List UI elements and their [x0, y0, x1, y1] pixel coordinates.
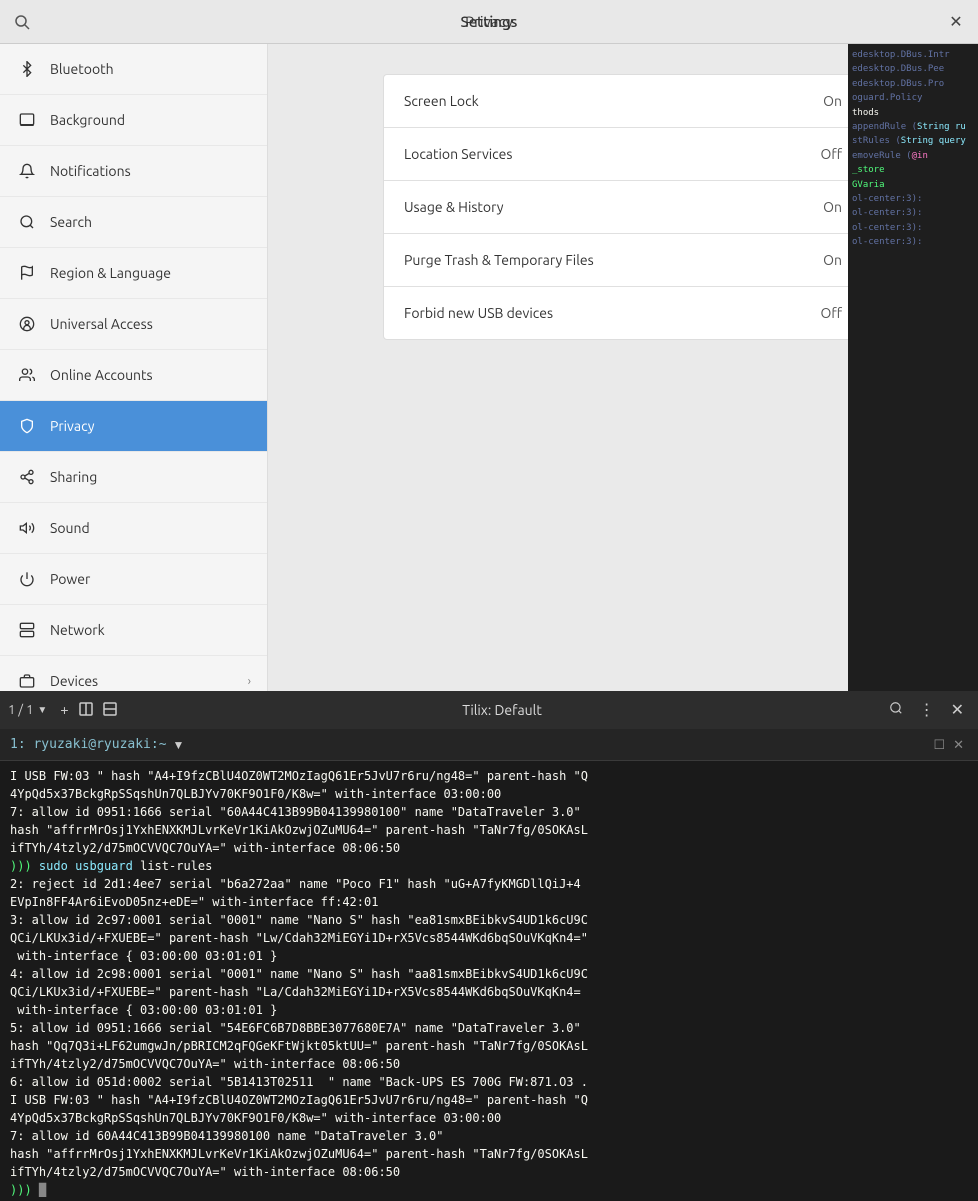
terminal-output: I USB FW:03 " hash "A4+I9fzCBlU4OZ0WT2MO… — [10, 767, 968, 1199]
sidebar-item-search[interactable]: Search — [0, 197, 267, 248]
devices-icon — [16, 670, 38, 692]
titlebar: Settings Privacy ✕ — [0, 0, 978, 44]
universal-access-icon — [16, 313, 38, 335]
sidebar-item-bluetooth[interactable]: Bluetooth — [0, 44, 267, 95]
sidebar-item-background-label: Background — [50, 112, 125, 128]
location-services-value: Off — [820, 146, 842, 162]
titlebar-section-label: Privacy — [465, 13, 513, 30]
sound-icon — [16, 517, 38, 539]
search-icon — [16, 211, 38, 233]
privacy-row-forbid-usb[interactable]: Forbid new USB devices Off — [384, 287, 862, 339]
forbid-usb-value: Off — [820, 305, 842, 321]
sidebar-item-privacy-label: Privacy — [50, 418, 94, 434]
screen-lock-label: Screen Lock — [404, 93, 823, 109]
terminal-close-button[interactable]: ✕ — [945, 698, 970, 722]
sidebar-item-network[interactable]: Network — [0, 605, 267, 656]
log-panel-content: edesktop.DBus.Intr edesktop.DBus.Pee ede… — [852, 48, 974, 249]
sidebar-item-online-accounts-label: Online Accounts — [50, 367, 153, 383]
power-icon — [16, 568, 38, 590]
search-button[interactable] — [0, 0, 44, 44]
sidebar-item-notifications[interactable]: Notifications — [0, 146, 267, 197]
sidebar-item-universal-access-label: Universal Access — [50, 316, 153, 332]
background-icon — [16, 109, 38, 131]
forbid-usb-label: Forbid new USB devices — [404, 305, 820, 321]
main-content: Bluetooth Background Notifications Searc… — [0, 44, 978, 700]
privacy-row-purge-trash[interactable]: Purge Trash & Temporary Files On — [384, 234, 862, 287]
privacy-list: Screen Lock On Location Services Off Usa… — [383, 74, 863, 340]
notifications-icon — [16, 160, 38, 182]
terminal-split-button[interactable] — [74, 700, 98, 721]
terminal-window: 1 / 1 ▼ + Tilix: Default ⋮ ✕ 1: ryuzaki@… — [0, 691, 978, 1201]
terminal-title: Tilix: Default — [122, 702, 883, 718]
close-button[interactable]: ✕ — [934, 0, 978, 44]
sidebar-item-sharing[interactable]: Sharing — [0, 452, 267, 503]
right-log-panel: edesktop.DBus.Intr edesktop.DBus.Pee ede… — [848, 44, 978, 700]
terminal-close-pane-button[interactable]: ✕ — [949, 735, 968, 755]
terminal-maximize-button[interactable]: ☐ — [929, 735, 949, 755]
privacy-row-location-services[interactable]: Location Services Off — [384, 128, 862, 181]
purge-trash-value: On — [823, 252, 842, 268]
terminal-tab-label: 1 / 1 — [8, 703, 33, 717]
sidebar-item-sharing-label: Sharing — [50, 469, 97, 485]
screen-lock-value: On — [823, 93, 842, 109]
network-icon — [16, 619, 38, 641]
terminal-add-tab-button[interactable]: + — [55, 700, 73, 720]
online-accounts-icon — [16, 364, 38, 386]
sidebar-item-region-label: Region & Language — [50, 265, 171, 281]
sidebar-item-power-label: Power — [50, 571, 90, 587]
privacy-icon — [16, 415, 38, 437]
region-icon — [16, 262, 38, 284]
devices-chevron-icon: › — [248, 675, 251, 688]
usage-history-value: On — [823, 199, 842, 215]
sidebar-item-universal-access[interactable]: Universal Access — [0, 299, 267, 350]
sidebar-item-online-accounts[interactable]: Online Accounts — [0, 350, 267, 401]
terminal-tab-info: 1 / 1 ▼ — [8, 703, 47, 717]
terminal-tab-dropdown-icon[interactable]: ▼ — [37, 704, 47, 716]
bluetooth-icon — [16, 58, 38, 80]
sidebar-item-sound-label: Sound — [50, 520, 90, 536]
sidebar-item-power[interactable]: Power — [0, 554, 267, 605]
sharing-icon — [16, 466, 38, 488]
location-services-label: Location Services — [404, 146, 820, 162]
sidebar-item-search-label: Search — [50, 214, 92, 230]
terminal-actions: ⋮ ✕ — [883, 698, 970, 722]
terminal-prompt-dropdown-icon[interactable]: ▼ — [173, 738, 185, 752]
sidebar-item-network-label: Network — [50, 622, 105, 638]
terminal-promptbar: 1: ryuzaki@ryuzaki:~ ▼ ☐ ✕ — [0, 729, 978, 761]
sidebar: Bluetooth Background Notifications Searc… — [0, 44, 268, 700]
terminal-content[interactable]: I USB FW:03 " hash "A4+I9fzCBlU4OZ0WT2MO… — [0, 761, 978, 1201]
privacy-row-usage-history[interactable]: Usage & History On — [384, 181, 862, 234]
usage-history-label: Usage & History — [404, 199, 823, 215]
settings-window: Settings Privacy ✕ Bluetooth Background — [0, 0, 978, 700]
sidebar-item-background[interactable]: Background — [0, 95, 267, 146]
sidebar-item-region[interactable]: Region & Language — [0, 248, 267, 299]
terminal-search-button[interactable] — [883, 699, 909, 722]
sidebar-item-sound[interactable]: Sound — [0, 503, 267, 554]
terminal-menu-button[interactable]: ⋮ — [913, 698, 941, 722]
terminal-titlebar: 1 / 1 ▼ + Tilix: Default ⋮ ✕ — [0, 691, 978, 729]
sidebar-item-notifications-label: Notifications — [50, 163, 131, 179]
sidebar-item-privacy[interactable]: Privacy — [0, 401, 267, 452]
sidebar-item-bluetooth-label: Bluetooth — [50, 61, 114, 77]
privacy-row-screen-lock[interactable]: Screen Lock On — [384, 75, 862, 128]
terminal-split-horizontal-button[interactable] — [98, 700, 122, 721]
purge-trash-label: Purge Trash & Temporary Files — [404, 252, 823, 268]
terminal-prompt-label: 1: ryuzaki@ryuzaki:~ — [10, 737, 167, 752]
sidebar-item-devices-label: Devices — [50, 673, 98, 689]
